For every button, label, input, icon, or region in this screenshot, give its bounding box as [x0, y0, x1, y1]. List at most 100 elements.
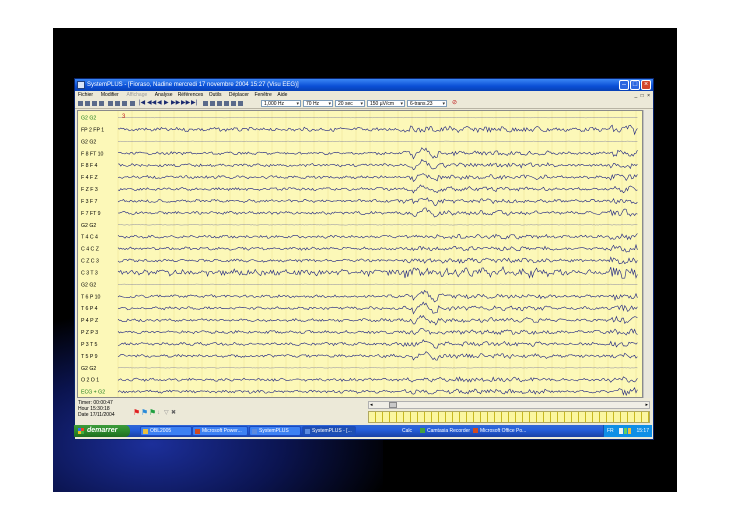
record-icon[interactable]	[210, 101, 215, 106]
eeg-trace	[117, 117, 638, 119]
channel-label: F 8 F 4	[81, 163, 98, 169]
eeg-trace	[117, 207, 638, 218]
window-titlebar[interactable]: SystemPLUS - [Fioraso, Nadine mercredi 1…	[75, 79, 653, 91]
forward-icon[interactable]: ▶▶	[171, 100, 180, 107]
green-flag-icon[interactable]: ⚑	[149, 409, 156, 417]
high-filter-value: 70 Hz	[306, 101, 320, 107]
zoom-icon[interactable]	[238, 101, 243, 106]
channel-label: G2 G2	[81, 282, 96, 288]
close-icon[interactable]: ×	[641, 80, 651, 90]
timebase-select[interactable]: 20 sec ▾	[335, 100, 365, 107]
eeg-trace	[117, 283, 638, 285]
low-filter-value: 1,000 Hz	[264, 101, 285, 107]
taskbar-quick-1[interactable]: Camtasia Recorder	[419, 426, 470, 436]
toolbar: |◀ ◀◀ ◀ ▶ ▶▶ ▶▶ ▶| 1,000 Hz ▾ 70 Hz ▾ 20 s…	[75, 99, 653, 109]
task-label: SystemPLUS - [...	[312, 428, 352, 434]
eeg-trace	[117, 173, 638, 183]
edit-icon[interactable]	[217, 101, 222, 106]
start-button[interactable]: demarrer	[74, 425, 130, 437]
delete-icon[interactable]: ✖	[171, 409, 176, 417]
quick-app-icon	[420, 428, 425, 433]
task-app-icon	[195, 429, 200, 434]
menu-item-2[interactable]: Affichage	[127, 91, 148, 99]
menu-item-1[interactable]: Modifier	[101, 91, 119, 99]
open-file-icon[interactable]	[85, 101, 90, 106]
fast-forward-icon[interactable]: ▶▶	[181, 100, 190, 107]
taskbar-task-1[interactable]: Microsoft Power...	[192, 426, 248, 436]
app-icon	[77, 81, 85, 89]
save-icon[interactable]	[92, 101, 97, 106]
menu-bar: Fichier Modifier Affichage Analyse Référence…	[75, 91, 653, 99]
taskbar-quick-0[interactable]: Calc	[402, 426, 412, 436]
minimize-icon[interactable]: –	[619, 80, 629, 90]
blue-flag-icon[interactable]: ⚑	[141, 409, 148, 417]
cut-icon[interactable]	[108, 101, 113, 106]
arrow-down-icon[interactable]: ↓	[157, 409, 160, 417]
channel-label: P Z P 3	[81, 330, 98, 336]
red-flag-icon[interactable]: ⚑	[133, 409, 140, 417]
help-icon[interactable]	[130, 101, 135, 106]
menu-item-4[interactable]: Références	[178, 91, 204, 99]
vertical-scrollbar[interactable]	[643, 110, 653, 398]
filter-icon[interactable]: ▽	[164, 409, 169, 417]
windows-logo-icon	[78, 428, 84, 434]
maximize-icon[interactable]: □	[630, 80, 640, 90]
taskbar-task-0[interactable]: OBL2005	[140, 426, 192, 436]
stop-icon[interactable]: ⊘	[452, 100, 457, 107]
eeg-trace	[117, 351, 638, 361]
chevron-down-icon: ▾	[360, 101, 363, 107]
marker-icon[interactable]	[224, 101, 229, 106]
menu-item-8[interactable]: Aide	[277, 91, 287, 99]
back-icon[interactable]: ◀	[157, 100, 162, 107]
task-app-icon	[143, 429, 148, 434]
channel-label: C Z C 3	[81, 259, 99, 265]
timebase-value: 20 sec	[338, 101, 353, 107]
print-icon[interactable]	[99, 101, 104, 106]
eeg-trace	[117, 147, 638, 160]
menu-item-3[interactable]: Analyse	[155, 91, 173, 99]
tray-icons[interactable]	[619, 428, 631, 434]
language-indicator[interactable]: FR	[607, 425, 614, 437]
new-file-icon[interactable]	[78, 101, 83, 106]
montage-icon[interactable]	[203, 101, 208, 106]
date-readout: Date 17/11/2004	[78, 412, 115, 418]
taskbar-task-3[interactable]: SystemPLUS - [...	[302, 426, 356, 436]
scroll-thumb[interactable]	[389, 402, 397, 408]
last-page-icon[interactable]: ▶|	[191, 100, 197, 107]
menu-item-0[interactable]: Fichier	[78, 91, 93, 99]
channel-label: T 4 C 4	[81, 235, 98, 241]
channel-label: G2 G2	[81, 139, 96, 145]
first-page-icon[interactable]: |◀	[139, 100, 145, 107]
eeg-trace-area[interactable]: G2 G2 FP 2 FP 1 G2 G2 F 8 FT 10 F 8 F 4 F 4 F…	[77, 110, 643, 398]
channel-label: F 4 F Z	[81, 175, 98, 181]
menu-item-7[interactable]: Fenêtre	[255, 91, 272, 99]
recording-timeline[interactable]	[368, 411, 650, 423]
taskbar-quick-2[interactable]: Microsoft Office Po...	[472, 426, 526, 436]
menu-item-5[interactable]: Outils	[209, 91, 222, 99]
horizontal-scrollbar[interactable]: ◂ ▸	[368, 401, 650, 409]
eeg-trace	[117, 184, 638, 194]
eeg-trace	[117, 301, 638, 315]
low-filter-select[interactable]: 1,000 Hz ▾	[261, 100, 301, 107]
chevron-down-icon: ▾	[328, 101, 331, 107]
menu-item-6[interactable]: Déplacer	[229, 91, 249, 99]
scroll-right-icon[interactable]: ▸	[645, 402, 648, 408]
taskbar-task-2[interactable]: SystemPLUS	[249, 426, 301, 436]
task-app-icon	[305, 429, 310, 434]
start-label: demarrer	[87, 427, 118, 434]
eeg-trace	[117, 197, 638, 207]
montage-select[interactable]: 6-trans.23 ▾	[407, 100, 447, 107]
system-tray: FR 15:17	[603, 425, 652, 437]
settings-icon[interactable]	[231, 101, 236, 106]
channel-label: T 5 P 9	[81, 354, 98, 360]
channel-label: G2 G2	[81, 223, 96, 229]
scroll-left-icon[interactable]: ◂	[370, 402, 373, 408]
gain-select[interactable]: 150 µV/cm ▾	[367, 100, 405, 107]
play-icon[interactable]: ▶	[164, 100, 169, 107]
high-filter-select[interactable]: 70 Hz ▾	[303, 100, 333, 107]
task-label: Microsoft Power...	[202, 428, 242, 434]
copy-icon[interactable]	[115, 101, 120, 106]
chevron-down-icon: ▾	[400, 101, 403, 107]
fast-back-icon[interactable]: ◀◀	[147, 100, 156, 107]
paste-icon[interactable]	[122, 101, 127, 106]
